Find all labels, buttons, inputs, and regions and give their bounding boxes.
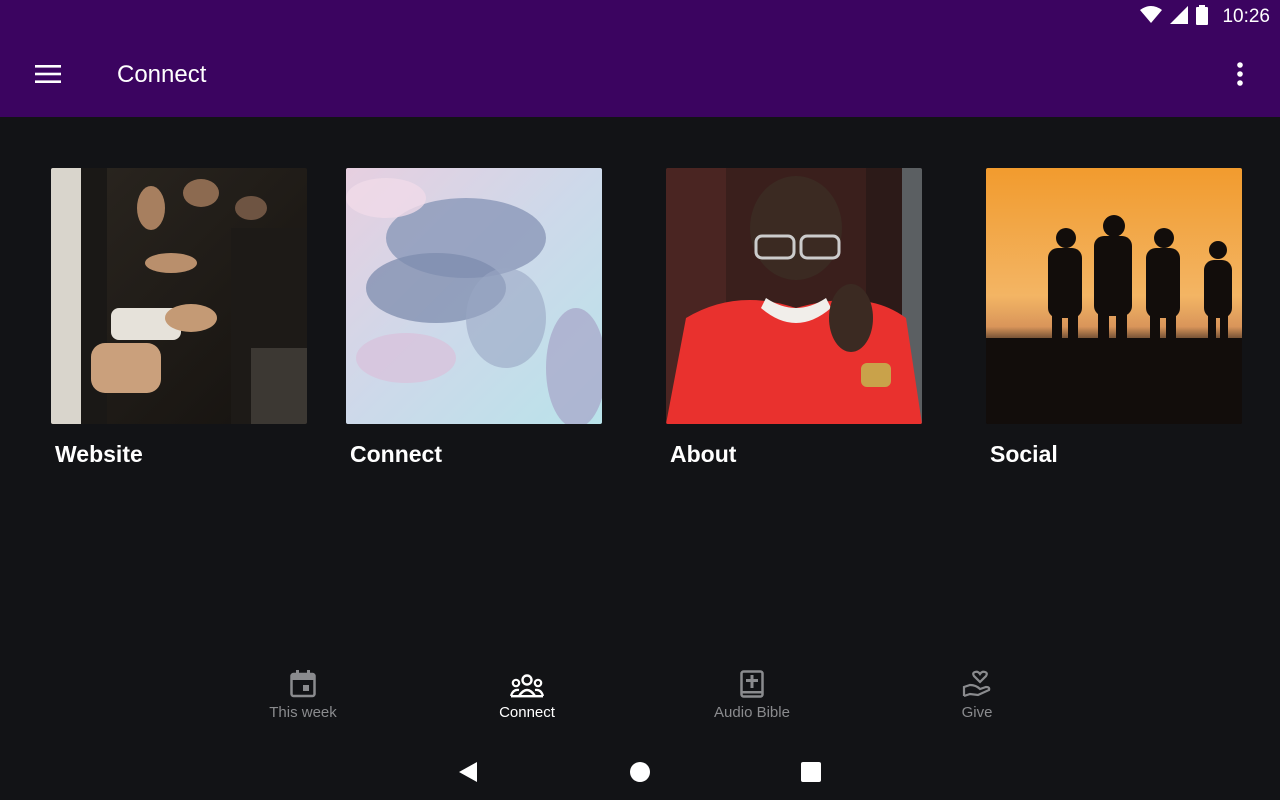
nav-item-audio-bible[interactable]: Audio Bible	[672, 662, 832, 734]
group-icon	[510, 662, 544, 698]
social-image	[986, 168, 1242, 424]
tile-label: About	[670, 441, 737, 467]
status-bar: 10:26	[1140, 4, 1270, 30]
home-circle-icon	[629, 761, 651, 788]
back-triangle-icon	[458, 761, 478, 788]
page-title: Connect	[117, 61, 207, 88]
tile-label: Connect	[350, 441, 442, 467]
app-bar: 10:26 Connect	[0, 0, 1280, 117]
more-vert-icon	[1237, 61, 1243, 91]
nav-item-give[interactable]: Give	[897, 662, 1057, 734]
back-button[interactable]	[448, 754, 488, 794]
nav-label: Connect	[499, 704, 555, 721]
tile-about[interactable]: About	[666, 168, 922, 468]
nav-item-this-week[interactable]: This week	[223, 662, 383, 734]
overflow-menu-button[interactable]	[1226, 60, 1254, 92]
nav-item-connect[interactable]: Connect	[447, 662, 607, 734]
status-time: 10:26	[1222, 6, 1270, 27]
wifi-icon	[1140, 5, 1163, 29]
nav-label: This week	[269, 704, 337, 721]
recents-square-icon	[801, 761, 821, 787]
system-navigation-bar	[0, 744, 1280, 800]
recents-button[interactable]	[791, 754, 831, 794]
website-image	[51, 168, 307, 424]
tile-label: Website	[55, 441, 143, 467]
about-image	[666, 168, 922, 424]
tile-connect[interactable]: Connect	[346, 168, 602, 468]
tile-label: Social	[990, 441, 1058, 467]
hamburger-menu-icon	[35, 64, 61, 88]
tile-social[interactable]: Social	[986, 168, 1242, 468]
tile-website[interactable]: Website	[51, 168, 307, 468]
signal-icon	[1170, 5, 1189, 29]
nav-label: Give	[961, 704, 993, 721]
bottom-navigation: This week Connect Audio Bible Give	[0, 662, 1280, 742]
calendar-icon	[290, 662, 316, 698]
connect-image	[346, 168, 602, 424]
give-heart-icon	[962, 662, 992, 698]
nav-label: Audio Bible	[714, 704, 790, 721]
bible-icon	[740, 662, 764, 698]
menu-button[interactable]	[32, 60, 64, 92]
home-button[interactable]	[620, 754, 660, 794]
battery-icon	[1196, 4, 1209, 30]
